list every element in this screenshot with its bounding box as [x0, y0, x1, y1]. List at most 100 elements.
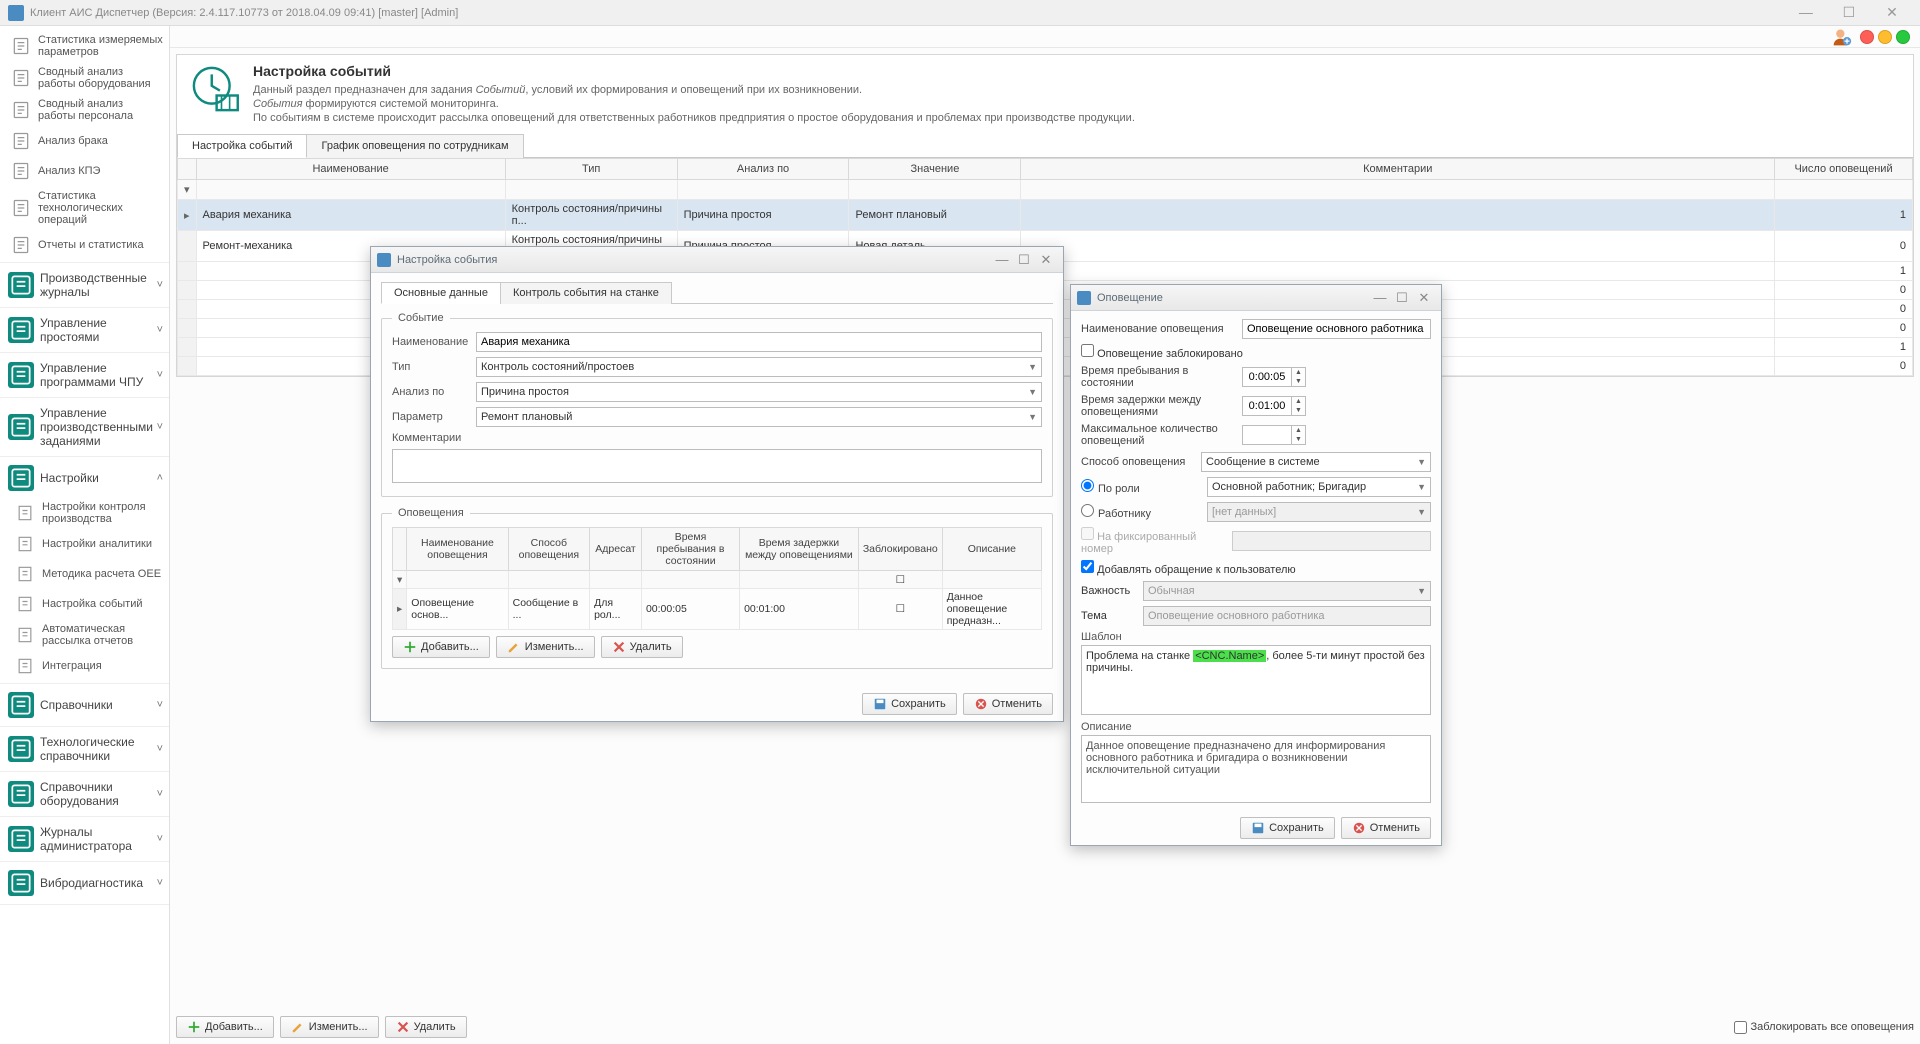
report-icon — [10, 197, 32, 219]
sidebar-group[interactable]: Справочники˅ — [0, 686, 169, 724]
dialog-maximize-button[interactable]: ☐ — [1391, 290, 1413, 306]
page-header: Настройка событий Данный раздел предназн… — [176, 54, 1914, 133]
sidebar-item[interactable]: Отчеты и статистика — [0, 230, 169, 260]
filter-row[interactable]: ▾ — [178, 180, 1913, 200]
sidebar-subitem[interactable]: Интеграция — [4, 651, 169, 681]
dialog-close-button[interactable]: ✕ — [1035, 252, 1057, 268]
sidebar-item[interactable]: Сводный анализ работы оборудования — [0, 62, 169, 94]
sidebar-group[interactable]: Вибродиагностика˅ — [0, 864, 169, 902]
dialog-minimize-button[interactable]: — — [991, 252, 1013, 267]
stay-time-spinner[interactable]: ▲▼ — [1242, 367, 1306, 387]
notification-cancel-button[interactable]: Отменить — [1341, 817, 1431, 839]
delay-time-spinner[interactable]: ▲▼ — [1242, 396, 1306, 416]
role-select[interactable]: Основной работник; Бригадир▼ — [1207, 477, 1431, 497]
sidebar-subitem[interactable]: Настройки контроля производства — [4, 497, 169, 529]
col-header[interactable]: Заблокировано — [858, 528, 942, 571]
sidebar-item[interactable]: Статистика технологических операций — [0, 186, 169, 230]
block-all-checkbox[interactable]: Заблокировать все оповещения — [1734, 1021, 1915, 1034]
main-bottom-bar: Добавить... Изменить... Удалить Заблокир… — [176, 1016, 1914, 1038]
sidebar-subitem[interactable]: Методика расчета OEE — [4, 559, 169, 589]
maximize-button[interactable]: ☐ — [1829, 4, 1869, 21]
sidebar-group[interactable]: Управление простоями˅ — [0, 310, 169, 350]
sidebar-item[interactable]: Статистика измеряемых параметров — [0, 30, 169, 62]
minimize-button[interactable]: — — [1786, 4, 1826, 20]
chevron-icon: ˅ — [157, 421, 163, 433]
col-header[interactable]: Наименование оповещения — [407, 528, 508, 571]
sidebar-subitem[interactable]: Настройки аналитики — [4, 529, 169, 559]
item-icon — [14, 593, 36, 615]
sidebar-group[interactable]: Настройки˄ — [0, 459, 169, 497]
dialog-titlebar[interactable]: Оповещение — ☐ ✕ — [1071, 285, 1441, 311]
col-header[interactable]: Время пребывания в состоянии — [641, 528, 739, 571]
inner-add-button[interactable]: Добавить... — [392, 636, 490, 658]
tab-machine-control[interactable]: Контроль события на станке — [500, 282, 672, 304]
sidebar-item[interactable]: Анализ брака — [0, 126, 169, 156]
col-header[interactable]: Анализ по — [677, 159, 849, 180]
by-worker-radio[interactable]: Работнику — [1081, 504, 1201, 520]
col-header[interactable]: Время задержки между оповещениями — [740, 528, 859, 571]
table-row[interactable]: ▸Оповещение основ...Сообщение в ...Для р… — [393, 589, 1042, 630]
sidebar-item[interactable]: Сводный анализ работы персонала — [0, 94, 169, 126]
notification-save-button[interactable]: Сохранить — [1240, 817, 1335, 839]
sidebar-group[interactable]: Управление производственными заданиями˅ — [0, 400, 169, 454]
sidebar-subitem[interactable]: Настройка событий — [4, 589, 169, 619]
blocked-checkbox[interactable]: Оповещение заблокировано — [1081, 344, 1243, 360]
col-header[interactable]: Описание — [942, 528, 1041, 571]
group-icon — [8, 870, 34, 896]
dialog-cancel-button[interactable]: Отменить — [963, 693, 1053, 715]
comment-textarea[interactable] — [392, 449, 1042, 483]
status-lights — [1860, 30, 1910, 44]
edit-button[interactable]: Изменить... — [280, 1016, 379, 1038]
dialog-maximize-button[interactable]: ☐ — [1013, 252, 1035, 268]
col-header[interactable]: Наименование — [196, 159, 505, 180]
inner-edit-button[interactable]: Изменить... — [496, 636, 595, 658]
method-select[interactable]: Сообщение в системе▼ — [1201, 452, 1431, 472]
close-button[interactable]: ✕ — [1872, 4, 1912, 21]
sidebar-group[interactable]: Журналы администратора˅ — [0, 819, 169, 859]
col-header[interactable]: Число оповещений — [1775, 159, 1913, 180]
inner-delete-button[interactable]: Удалить — [601, 636, 683, 658]
group-icon — [8, 736, 34, 762]
max-count-spinner[interactable]: ▲▼ — [1242, 425, 1306, 445]
report-icon — [10, 67, 32, 89]
event-name-input[interactable] — [476, 332, 1042, 352]
group-icon — [8, 465, 34, 491]
dialog-minimize-button[interactable]: — — [1369, 290, 1391, 305]
sidebar-group[interactable]: Технологические справочники˅ — [0, 729, 169, 769]
analysis-by-select[interactable]: Причина простоя▼ — [476, 382, 1042, 402]
add-button[interactable]: Добавить... — [176, 1016, 274, 1038]
col-header[interactable]: Комментарии — [1021, 159, 1775, 180]
col-header[interactable]: Тип — [505, 159, 677, 180]
by-role-radio[interactable]: По роли — [1081, 479, 1201, 495]
dialog-save-button[interactable]: Сохранить — [862, 693, 957, 715]
sidebar-item[interactable]: Анализ КПЭ — [0, 156, 169, 186]
col-header[interactable]: Значение — [849, 159, 1021, 180]
col-header[interactable]: Способ оповещения — [508, 528, 589, 571]
group-icon — [8, 826, 34, 852]
sidebar-subitem[interactable]: Автоматическая рассылка отчетов — [4, 619, 169, 651]
notification-name-input[interactable] — [1242, 319, 1431, 339]
delete-button[interactable]: Удалить — [385, 1016, 467, 1038]
status-red-icon — [1860, 30, 1874, 44]
item-icon — [14, 655, 36, 677]
filter-row[interactable]: ▾☐ — [393, 571, 1042, 589]
report-icon — [10, 35, 32, 57]
template-textarea[interactable]: Проблема на станке <CNC.Name>, более 5-т… — [1081, 645, 1431, 715]
table-row[interactable]: ▸Авария механикаКонтроль состояния/причи… — [178, 200, 1913, 231]
dialog-close-button[interactable]: ✕ — [1413, 290, 1435, 306]
parameter-select[interactable]: Ремонт плановый▼ — [476, 407, 1042, 427]
dialog-titlebar[interactable]: Настройка события — ☐ ✕ — [371, 247, 1063, 273]
sidebar-group[interactable]: Производственные журналы˅ — [0, 265, 169, 305]
main-tabs: Настройка событий График оповещения по с… — [176, 133, 1914, 158]
description-textarea[interactable]: Данное оповещение предназначено для инфо… — [1081, 735, 1431, 803]
sidebar-group[interactable]: Управление программами ЧПУ˅ — [0, 355, 169, 395]
event-type-select[interactable]: Контроль состояний/простоев▼ — [476, 357, 1042, 377]
tab-notification-schedule[interactable]: График оповещения по сотрудникам — [306, 134, 523, 158]
add-appeal-checkbox[interactable]: Добавлять обращение к пользователю — [1081, 560, 1296, 576]
tab-main-data[interactable]: Основные данные — [381, 282, 501, 304]
item-icon — [14, 502, 36, 524]
col-header[interactable]: Адресат — [590, 528, 642, 571]
tab-event-settings[interactable]: Настройка событий — [177, 134, 307, 158]
sidebar-group[interactable]: Справочники оборудования˅ — [0, 774, 169, 814]
user-settings-icon[interactable] — [1832, 27, 1852, 47]
